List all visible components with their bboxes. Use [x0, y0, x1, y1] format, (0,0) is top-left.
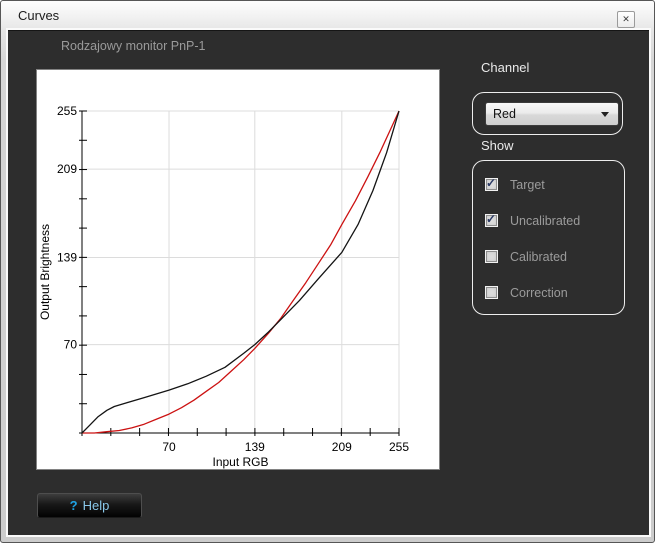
checkbox-row-target[interactable]: ✓ Target — [485, 176, 624, 192]
curves-chart: 70 70 139 139 209 209 255 255 Input RGB Output Br… — [38, 104, 409, 469]
check-icon: ✓ — [486, 176, 497, 190]
checkbox-calibrated[interactable]: ✓ — [485, 250, 498, 263]
svg-text:255: 255 — [57, 104, 77, 118]
help-button[interactable]: ? Help — [37, 493, 142, 518]
help-icon: ? — [69, 498, 78, 513]
channel-select[interactable]: Red — [485, 102, 619, 126]
close-icon: ✕ — [622, 14, 630, 24]
checkbox-target[interactable]: ✓ — [485, 176, 498, 191]
checkbox-uncalibrated[interactable]: ✓ — [485, 212, 498, 227]
monitor-name-label: Rodzajowy monitor PnP-1 — [61, 39, 206, 53]
checkbox-label-correction: Correction — [510, 285, 568, 300]
channel-group: Red — [472, 92, 623, 135]
dialog-content: Rodzajowy monitor PnP-1 70 70 139 139 209 209… — [8, 30, 649, 535]
checkbox-row-uncalibrated[interactable]: ✓ Uncalibrated — [485, 212, 624, 228]
checkbox-row-calibrated[interactable]: ✓ Calibrated — [485, 249, 624, 264]
checkbox-label-target: Target — [510, 177, 545, 192]
svg-text:139: 139 — [57, 250, 77, 264]
checkbox-label-calibrated: Calibrated — [510, 249, 567, 264]
checkbox-row-correction[interactable]: ✓ Correction — [485, 285, 624, 300]
svg-text:70: 70 — [162, 440, 176, 454]
show-label: Show — [481, 138, 514, 153]
chart-panel: 70 70 139 139 209 209 255 255 Input RGB Output Br… — [36, 69, 440, 470]
svg-text:70: 70 — [64, 338, 78, 352]
dropdown-arrow-icon — [601, 112, 609, 117]
svg-text:Output Brightness: Output Brightness — [38, 224, 52, 320]
svg-text:Input RGB: Input RGB — [212, 455, 268, 469]
svg-text:209: 209 — [332, 440, 352, 454]
close-button[interactable]: ✕ — [617, 11, 635, 28]
checkbox-correction[interactable]: ✓ — [485, 286, 498, 299]
show-group: ✓ Target ✓ Uncalibrated ✓ Calibrated ✓ C… — [472, 160, 625, 315]
svg-text:139: 139 — [245, 440, 265, 454]
curves-window: Curves ✕ Rodzajowy monitor PnP-1 70 70 139… — [0, 0, 655, 543]
channel-selected-value: Red — [493, 107, 516, 121]
svg-text:209: 209 — [57, 162, 77, 176]
svg-text:255: 255 — [389, 440, 409, 454]
titlebar[interactable]: Curves ✕ — [1, 1, 654, 30]
check-icon: ✓ — [486, 212, 497, 226]
checkbox-label-uncalibrated: Uncalibrated — [510, 213, 581, 228]
help-label: Help — [82, 498, 110, 513]
channel-label: Channel — [481, 60, 530, 75]
window-title: Curves — [18, 8, 60, 23]
